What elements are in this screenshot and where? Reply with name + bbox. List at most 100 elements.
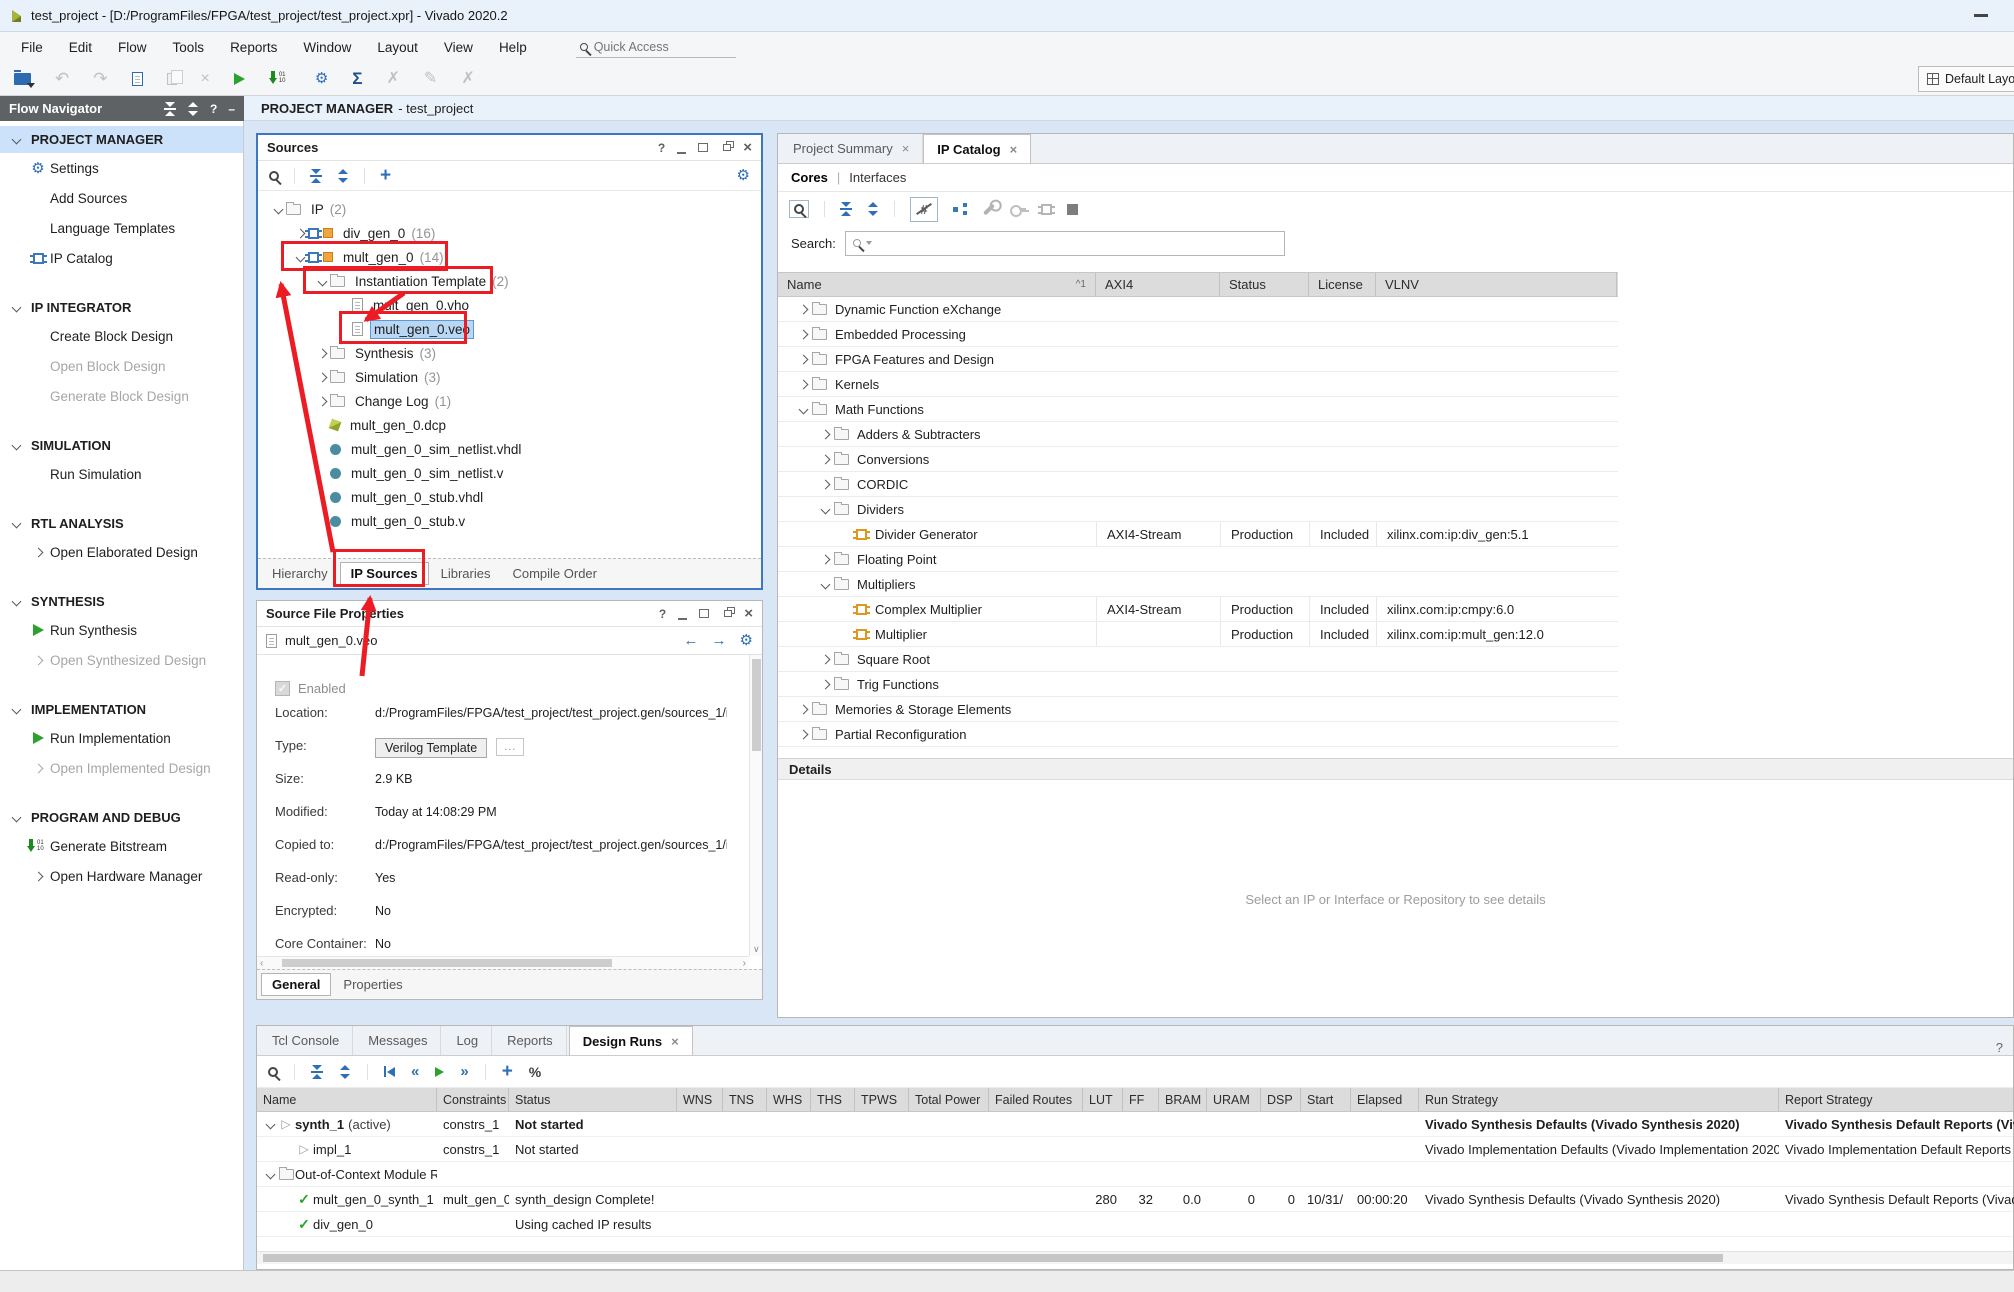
expand-all-icon[interactable] [187, 102, 199, 116]
subtab-interfaces[interactable]: Interfaces [849, 170, 906, 185]
chevron-down-icon[interactable] [295, 252, 305, 262]
chevron-down-icon[interactable] [12, 135, 22, 145]
cancel-icon[interactable]: ✗ [387, 71, 400, 87]
flow-section-header-simulation[interactable]: SIMULATION [0, 432, 243, 459]
horizontal-scrollbar[interactable]: ‹› [257, 956, 749, 969]
menu-layout[interactable]: Layout [364, 40, 431, 55]
run-row-mult-gen-0-synth-1[interactable]: ✓mult_gen_0_synth_1mult_gen_0synth_desig… [257, 1187, 2013, 1212]
help-icon[interactable]: ? [210, 102, 217, 116]
chevron-right-icon[interactable] [798, 704, 808, 714]
catalog-row-conversions[interactable]: Conversions [778, 447, 1618, 472]
chevron-down-icon[interactable] [265, 1119, 275, 1129]
chevron-down-icon[interactable] [273, 204, 283, 214]
column-header-status[interactable]: Status [509, 1088, 677, 1111]
delete-icon[interactable]: × [201, 71, 210, 87]
chevron-down-icon[interactable] [820, 579, 830, 589]
doc-tab-project-summary[interactable]: Project Summary× [780, 134, 923, 163]
flow-item-create-block-design[interactable]: Create Block Design [0, 321, 243, 351]
column-header-dsp[interactable]: DSP [1261, 1088, 1301, 1111]
collapse-all-icon[interactable] [311, 1065, 323, 1079]
tree-item-ip[interactable]: IP(2) [258, 197, 761, 221]
ip-search-input[interactable] [845, 231, 1285, 256]
column-header-total-power[interactable]: Total Power [909, 1088, 989, 1111]
flow-item-language-templates[interactable]: Language Templates [0, 213, 243, 243]
chevron-right-icon[interactable] [295, 228, 305, 238]
redo-icon[interactable]: ↷ [93, 71, 107, 87]
close-icon[interactable]: × [744, 608, 753, 620]
settings-gear-icon[interactable]: ⚙ [315, 71, 328, 86]
chevron-right-icon[interactable] [820, 454, 830, 464]
run-row-synth-1[interactable]: ▷synth_1(active)constrs_1Not startedViva… [257, 1112, 2013, 1137]
tree-item-mult-gen-0-vho[interactable]: mult_gen_0.vho [258, 293, 761, 317]
help-icon[interactable]: ? [659, 607, 666, 621]
chevron-down-icon[interactable] [12, 705, 22, 715]
catalog-row-math-functions[interactable]: Math Functions [778, 397, 1618, 422]
float-icon[interactable] [724, 610, 732, 617]
tree-item-instantiation-template[interactable]: Instantiation Template(2) [258, 269, 761, 293]
quick-access-input[interactable] [594, 40, 706, 54]
run-row-out-of-context-module-runs[interactable]: Out-of-Context Module Runs [257, 1162, 2013, 1187]
chevron-down-icon[interactable] [265, 1169, 275, 1179]
chevron-down-icon[interactable] [12, 303, 22, 313]
column-header-constraints[interactable]: Constraints [437, 1088, 509, 1111]
close-icon[interactable]: × [902, 141, 910, 156]
tree-item-mult-gen-0-veo[interactable]: mult_gen_0.veo [258, 317, 761, 341]
sources-tab-ip-sources[interactable]: IP Sources [340, 562, 429, 585]
collapse-all-icon[interactable] [840, 202, 852, 216]
column-header-ths[interactable]: THS [811, 1088, 855, 1111]
license-key-icon[interactable] [1010, 205, 1026, 214]
column-header-name[interactable]: Name^1 [778, 273, 1096, 296]
chevron-right-icon[interactable] [798, 379, 808, 389]
previous-runs-icon[interactable]: « [411, 1064, 419, 1079]
flow-item-run-synthesis[interactable]: Run Synthesis [0, 615, 243, 645]
column-header-uram[interactable]: URAM [1207, 1088, 1261, 1111]
menu-tools[interactable]: Tools [160, 40, 218, 55]
add-repository-icon[interactable] [953, 203, 968, 216]
flow-item-run-implementation[interactable]: Run Implementation [0, 723, 243, 753]
menu-window[interactable]: Window [290, 40, 364, 55]
chevron-right-icon[interactable] [317, 396, 327, 406]
bottom-tab-design-runs[interactable]: Design Runs× [569, 1026, 693, 1055]
open-project-icon[interactable] [14, 73, 31, 85]
tree-item-div-gen-0[interactable]: div_gen_0(16) [258, 221, 761, 245]
collapse-all-icon[interactable] [164, 102, 176, 116]
catalog-row-fpga-features-and-design[interactable]: FPGA Features and Design [778, 347, 1618, 372]
catalog-row-square-root[interactable]: Square Root [778, 647, 1618, 672]
catalog-row-partial-reconfiguration[interactable]: Partial Reconfiguration [778, 722, 1618, 747]
column-header-tns[interactable]: TNS [723, 1088, 767, 1111]
generate-bitstream-icon[interactable]: 0110 [269, 71, 291, 86]
chevron-right-icon[interactable] [33, 763, 43, 773]
default-layout-button[interactable]: Default Layout [1918, 66, 2014, 92]
search-icon[interactable] [269, 171, 279, 181]
tree-item-mult-gen-0-sim-netlist-vhdl[interactable]: mult_gen_0_sim_netlist.vhdl [258, 437, 761, 461]
bottom-tab-tcl-console[interactable]: Tcl Console [259, 1026, 353, 1055]
chevron-right-icon[interactable] [798, 729, 808, 739]
catalog-row-memories-storage-elements[interactable]: Memories & Storage Elements [778, 697, 1618, 722]
forward-runs-icon[interactable]: » [460, 1064, 468, 1079]
flow-item-add-sources[interactable]: Add Sources [0, 183, 243, 213]
column-header-status[interactable]: Status [1220, 273, 1309, 296]
catalog-row-multiplier[interactable]: MultiplierProductionIncludedxilinx.com:i… [778, 622, 1618, 647]
chevron-right-icon[interactable] [820, 679, 830, 689]
column-header-lut[interactable]: LUT [1083, 1088, 1123, 1111]
run-icon[interactable] [234, 73, 245, 85]
column-header-report-strategy[interactable]: Report Strategy [1779, 1088, 2014, 1111]
flow-item-open-hardware-manager[interactable]: Open Hardware Manager [0, 861, 243, 891]
column-header-tpws[interactable]: TPWS [855, 1088, 909, 1111]
hide-incompatible-button[interactable]: # [910, 197, 938, 222]
properties-tab-general[interactable]: General [261, 973, 331, 996]
chevron-down-icon[interactable] [12, 813, 22, 823]
catalog-row-embedded-processing[interactable]: Embedded Processing [778, 322, 1618, 347]
wrench-icon[interactable] [983, 203, 995, 215]
search-button[interactable] [789, 200, 809, 218]
catalog-row-kernels[interactable]: Kernels [778, 372, 1618, 397]
tree-item-synthesis[interactable]: Synthesis(3) [258, 341, 761, 365]
tree-item-mult-gen-0-sim-netlist-v[interactable]: mult_gen_0_sim_netlist.v [258, 461, 761, 485]
horizontal-scrollbar[interactable] [257, 1251, 2013, 1264]
expand-all-icon[interactable] [337, 169, 349, 183]
tree-item-mult-gen-0-stub-vhdl[interactable]: mult_gen_0_stub.vhdl [258, 485, 761, 509]
chevron-right-icon[interactable] [820, 554, 830, 564]
launch-runs-icon[interactable] [435, 1067, 444, 1077]
menu-edit[interactable]: Edit [56, 40, 105, 55]
bottom-tab-reports[interactable]: Reports [494, 1026, 567, 1055]
